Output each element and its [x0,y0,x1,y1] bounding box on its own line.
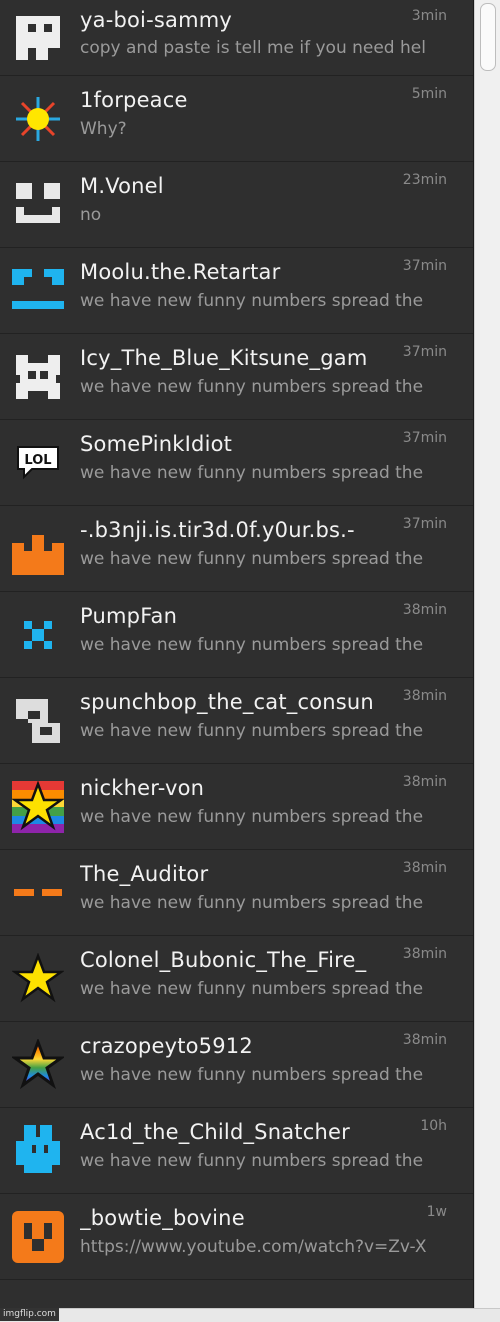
chat-name: The_Auditor [80,862,209,886]
chat-row[interactable]: Moolu.the.Retartar we have new funny num… [0,248,473,334]
chat-name: Icy_The_Blue_Kitsune_gam [80,346,368,370]
chat-row[interactable]: -.b3nji.is.tir3d.0f.y0ur.bs.- we have ne… [0,506,473,592]
blue-pixel-creature-icon [12,1124,64,1177]
chat-row[interactable]: 1forpeace Why? 5min [0,76,473,162]
white-pixel-fox-icon [12,351,64,403]
bottom-bar [0,1308,500,1322]
white-pixel-glyph-icon [12,695,64,747]
chat-time: 38min [402,602,447,618]
yellow-star-icon [12,952,64,1005]
chat-time: 37min [402,516,447,532]
chat-name: ya-boi-sammy [80,8,233,32]
chat-time: 10h [420,1118,447,1134]
chat-time: 3min [411,8,447,24]
chat-name: M.Vonel [80,174,164,198]
chat-name: SomePinkIdiot [80,432,233,456]
chat-row[interactable]: ya-boi-sammy copy and paste is tell me i… [0,0,473,76]
orange-square-face-icon [12,1210,64,1263]
chat-row[interactable]: Colonel_Bubonic_The_Fire_ we have new fu… [0,936,473,1022]
chat-time: 38min [402,946,447,962]
chat-row[interactable]: PumpFan we have new funny numbers spread… [0,592,473,678]
chat-time: 37min [402,344,447,360]
chat-name: Ac1d_the_Child_Snatcher [80,1120,350,1144]
chat-time: 1w [426,1204,447,1220]
chat-message: we have new funny numbers spread the [80,721,424,741]
chat-list[interactable]: ya-boi-sammy copy and paste is tell me i… [0,0,474,1308]
chat-time: 37min [402,430,447,446]
chat-time: 38min [402,1032,447,1048]
chat-row[interactable]: nickher-von we have new funny numbers sp… [0,764,473,850]
chat-message: https://www.youtube.com/watch?v=Zv-X [80,1237,427,1257]
orange-crown-icon [12,523,64,575]
svg-text:LOL: LOL [24,453,51,468]
rainbow-star-icon [12,780,64,833]
chat-message: no [80,205,102,225]
blue-pixel-x-icon [12,609,64,661]
chat-row[interactable]: The_Auditor we have new funny numbers sp… [0,850,473,936]
chat-time: 23min [402,172,447,188]
lol-speech-bubble-icon: LOL [12,437,64,489]
chat-name: 1forpeace [80,88,188,112]
chat-time: 38min [402,774,447,790]
chat-row[interactable]: Ac1d_the_Child_Snatcher we have new funn… [0,1108,473,1194]
chat-time: 38min [402,688,447,704]
scrollbar-thumb[interactable] [480,3,496,71]
sun-icon [12,93,64,145]
chat-message: we have new funny numbers spread the [80,1151,424,1171]
chat-row[interactable]: Icy_The_Blue_Kitsune_gam we have new fun… [0,334,473,420]
chat-row[interactable]: M.Vonel no 23min [0,162,473,248]
watermark: imgflip.com [0,1308,59,1321]
chat-message: we have new funny numbers spread the [80,893,424,913]
rainbow-outline-star-icon [12,1038,64,1091]
chat-time: 37min [402,258,447,274]
chat-message: we have new funny numbers spread the [80,635,424,655]
chat-row[interactable]: spunchbop_the_cat_consun we have new fun… [0,678,473,764]
chat-name: spunchbop_the_cat_consun [80,690,374,714]
chat-name: -.b3nji.is.tir3d.0f.y0ur.bs.- [80,518,355,542]
chat-row[interactable]: _bowtie_bovine https://www.youtube.com/w… [0,1194,473,1280]
chat-row[interactable]: LOL SomePinkIdiot we have new funny numb… [0,420,473,506]
white-pixel-face-icon [12,179,64,231]
chat-message: we have new funny numbers spread the [80,377,424,397]
chat-name: Moolu.the.Retartar [80,260,281,284]
chat-message: we have new funny numbers spread the [80,291,424,311]
chat-message: we have new funny numbers spread the [80,463,424,483]
chat-message: we have new funny numbers spread the [80,549,424,569]
chat-message: we have new funny numbers spread the [80,807,424,827]
white-pixel-ghost-icon [12,12,64,64]
chat-name: Colonel_Bubonic_The_Fire_ [80,948,367,972]
chat-message: we have new funny numbers spread the [80,1065,424,1085]
chat-name: nickher-von [80,776,205,800]
chat-message: copy and paste is tell me if you need he… [80,38,426,58]
chat-message: we have new funny numbers spread the [80,979,424,999]
chat-name: PumpFan [80,604,178,628]
chat-time: 5min [411,86,447,102]
chat-time: 38min [402,860,447,876]
blue-pixel-face-icon [12,265,64,317]
chat-message: Why? [80,119,127,139]
chat-row[interactable]: crazopeyto5912 we have new funny numbers… [0,1022,473,1108]
vertical-scrollbar[interactable] [474,0,500,1308]
orange-dashes-icon [12,867,64,919]
chat-name: _bowtie_bovine [80,1206,245,1230]
chat-name: crazopeyto5912 [80,1034,253,1058]
